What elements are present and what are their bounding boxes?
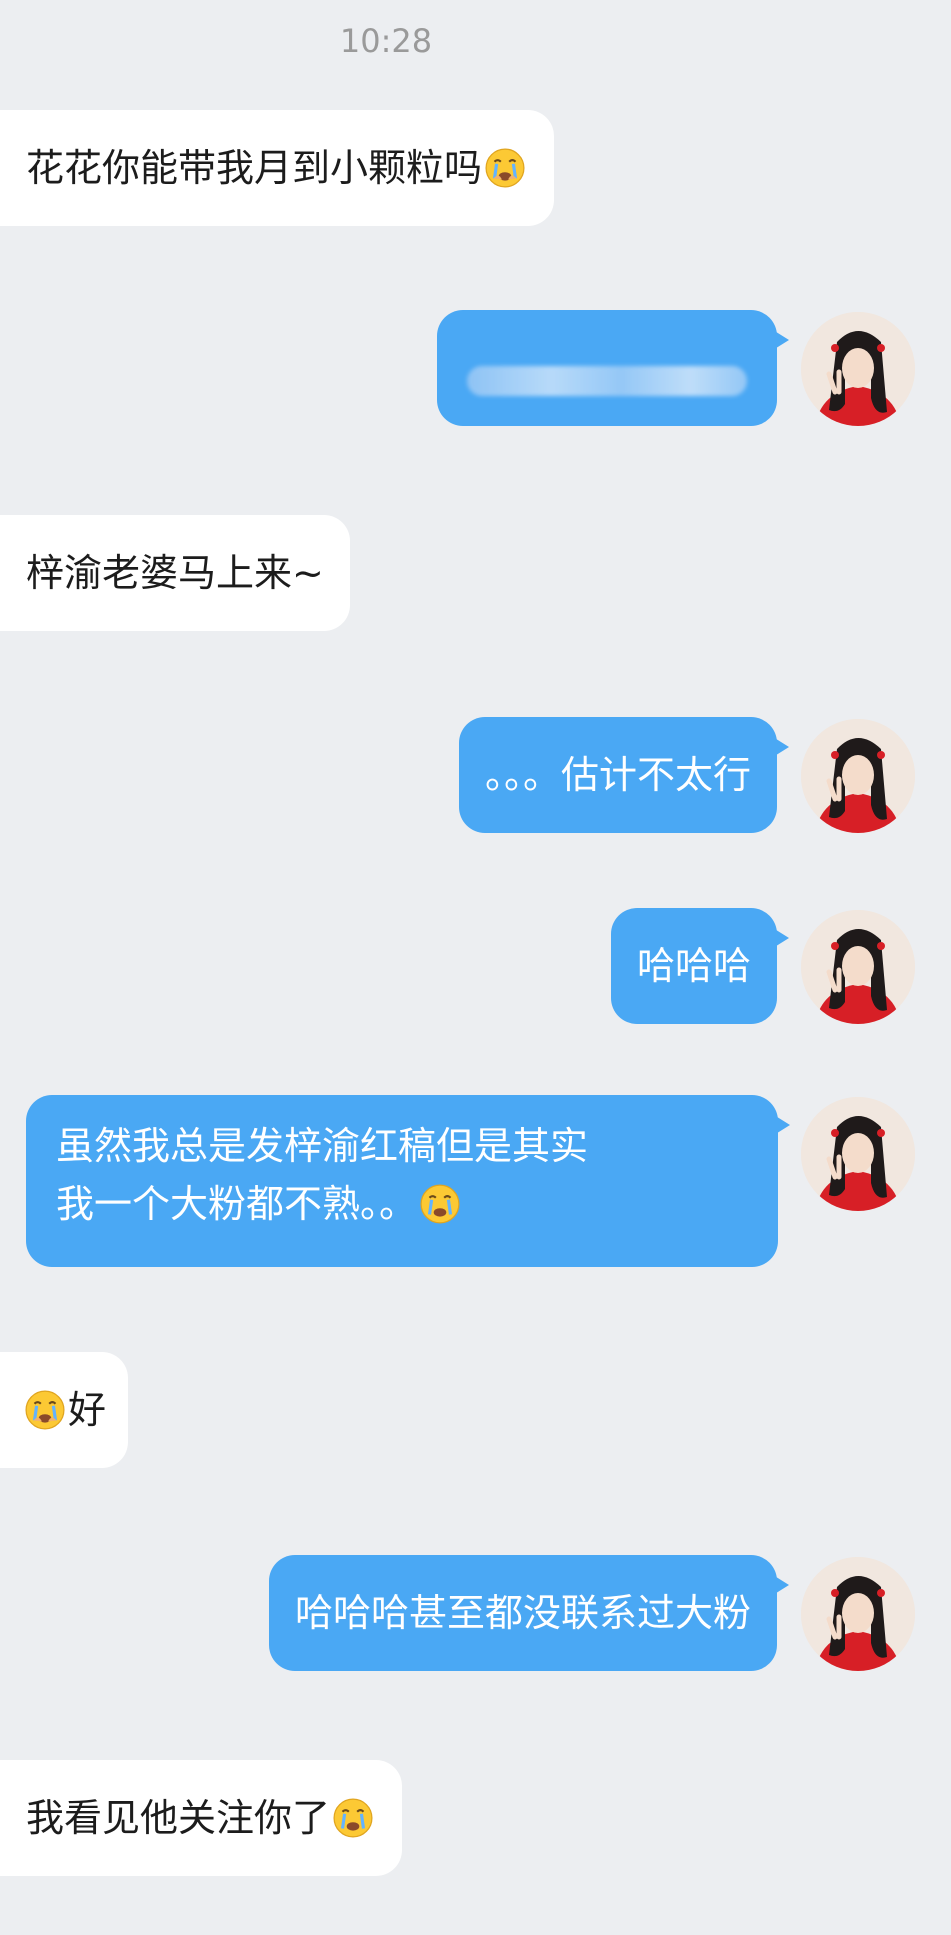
redacted-text [467,365,747,396]
crying-face-emoji-icon [484,147,526,189]
outgoing-message-bubble[interactable]: 。。。估计不太行 [458,717,790,833]
message-text: 。。。估计不太行 [484,753,751,797]
crying-face-emoji-icon [332,1797,374,1839]
message-text: 好 [68,1388,107,1432]
message-text: 梓渝老婆马上来~ [26,551,324,595]
outgoing-message-bubble[interactable]: 哈哈哈甚至都没联系过大粉 [268,1555,790,1671]
outgoing-message-bubble[interactable]: 虽然我总是发梓渝红稿但是其实 我一个大粉都不熟。。 [26,1095,790,1267]
incoming-message-bubble[interactable]: 花花你能带我月到小颗粒吗 [0,110,555,226]
chat-screen: 10:28 花花你能带我月到小颗粒吗 梓渝老婆马上来~ 。。。估计不太行 哈哈哈 [0,0,951,1935]
user-avatar[interactable] [801,1097,915,1211]
outgoing-message-bubble[interactable]: 哈哈哈 [610,908,790,1024]
incoming-message-bubble[interactable]: 梓渝老婆马上来~ [0,515,350,631]
user-avatar[interactable] [801,719,915,833]
message-text: 哈哈哈 [636,944,751,988]
incoming-message-bubble[interactable]: 好 [0,1352,129,1468]
message-text-line: 我一个大粉都不熟。。 [56,1175,748,1233]
message-text: 哈哈哈甚至都没联系过大粉 [294,1591,751,1635]
user-avatar[interactable] [801,1557,915,1671]
user-avatar[interactable] [801,312,915,426]
message-text-line: 虽然我总是发梓渝红稿但是其实 [56,1124,589,1168]
message-text: 花花你能带我月到小颗粒吗 [26,146,483,190]
incoming-message-bubble[interactable]: 我看见他关注你了 [0,1760,403,1876]
crying-face-emoji-icon [24,1389,66,1431]
message-text: 我看见他关注你了 [26,1796,331,1840]
message-timestamp: 10:28 [339,22,433,60]
outgoing-message-bubble[interactable] [437,310,789,426]
crying-face-emoji-icon [419,1183,461,1225]
user-avatar[interactable] [801,910,915,1024]
